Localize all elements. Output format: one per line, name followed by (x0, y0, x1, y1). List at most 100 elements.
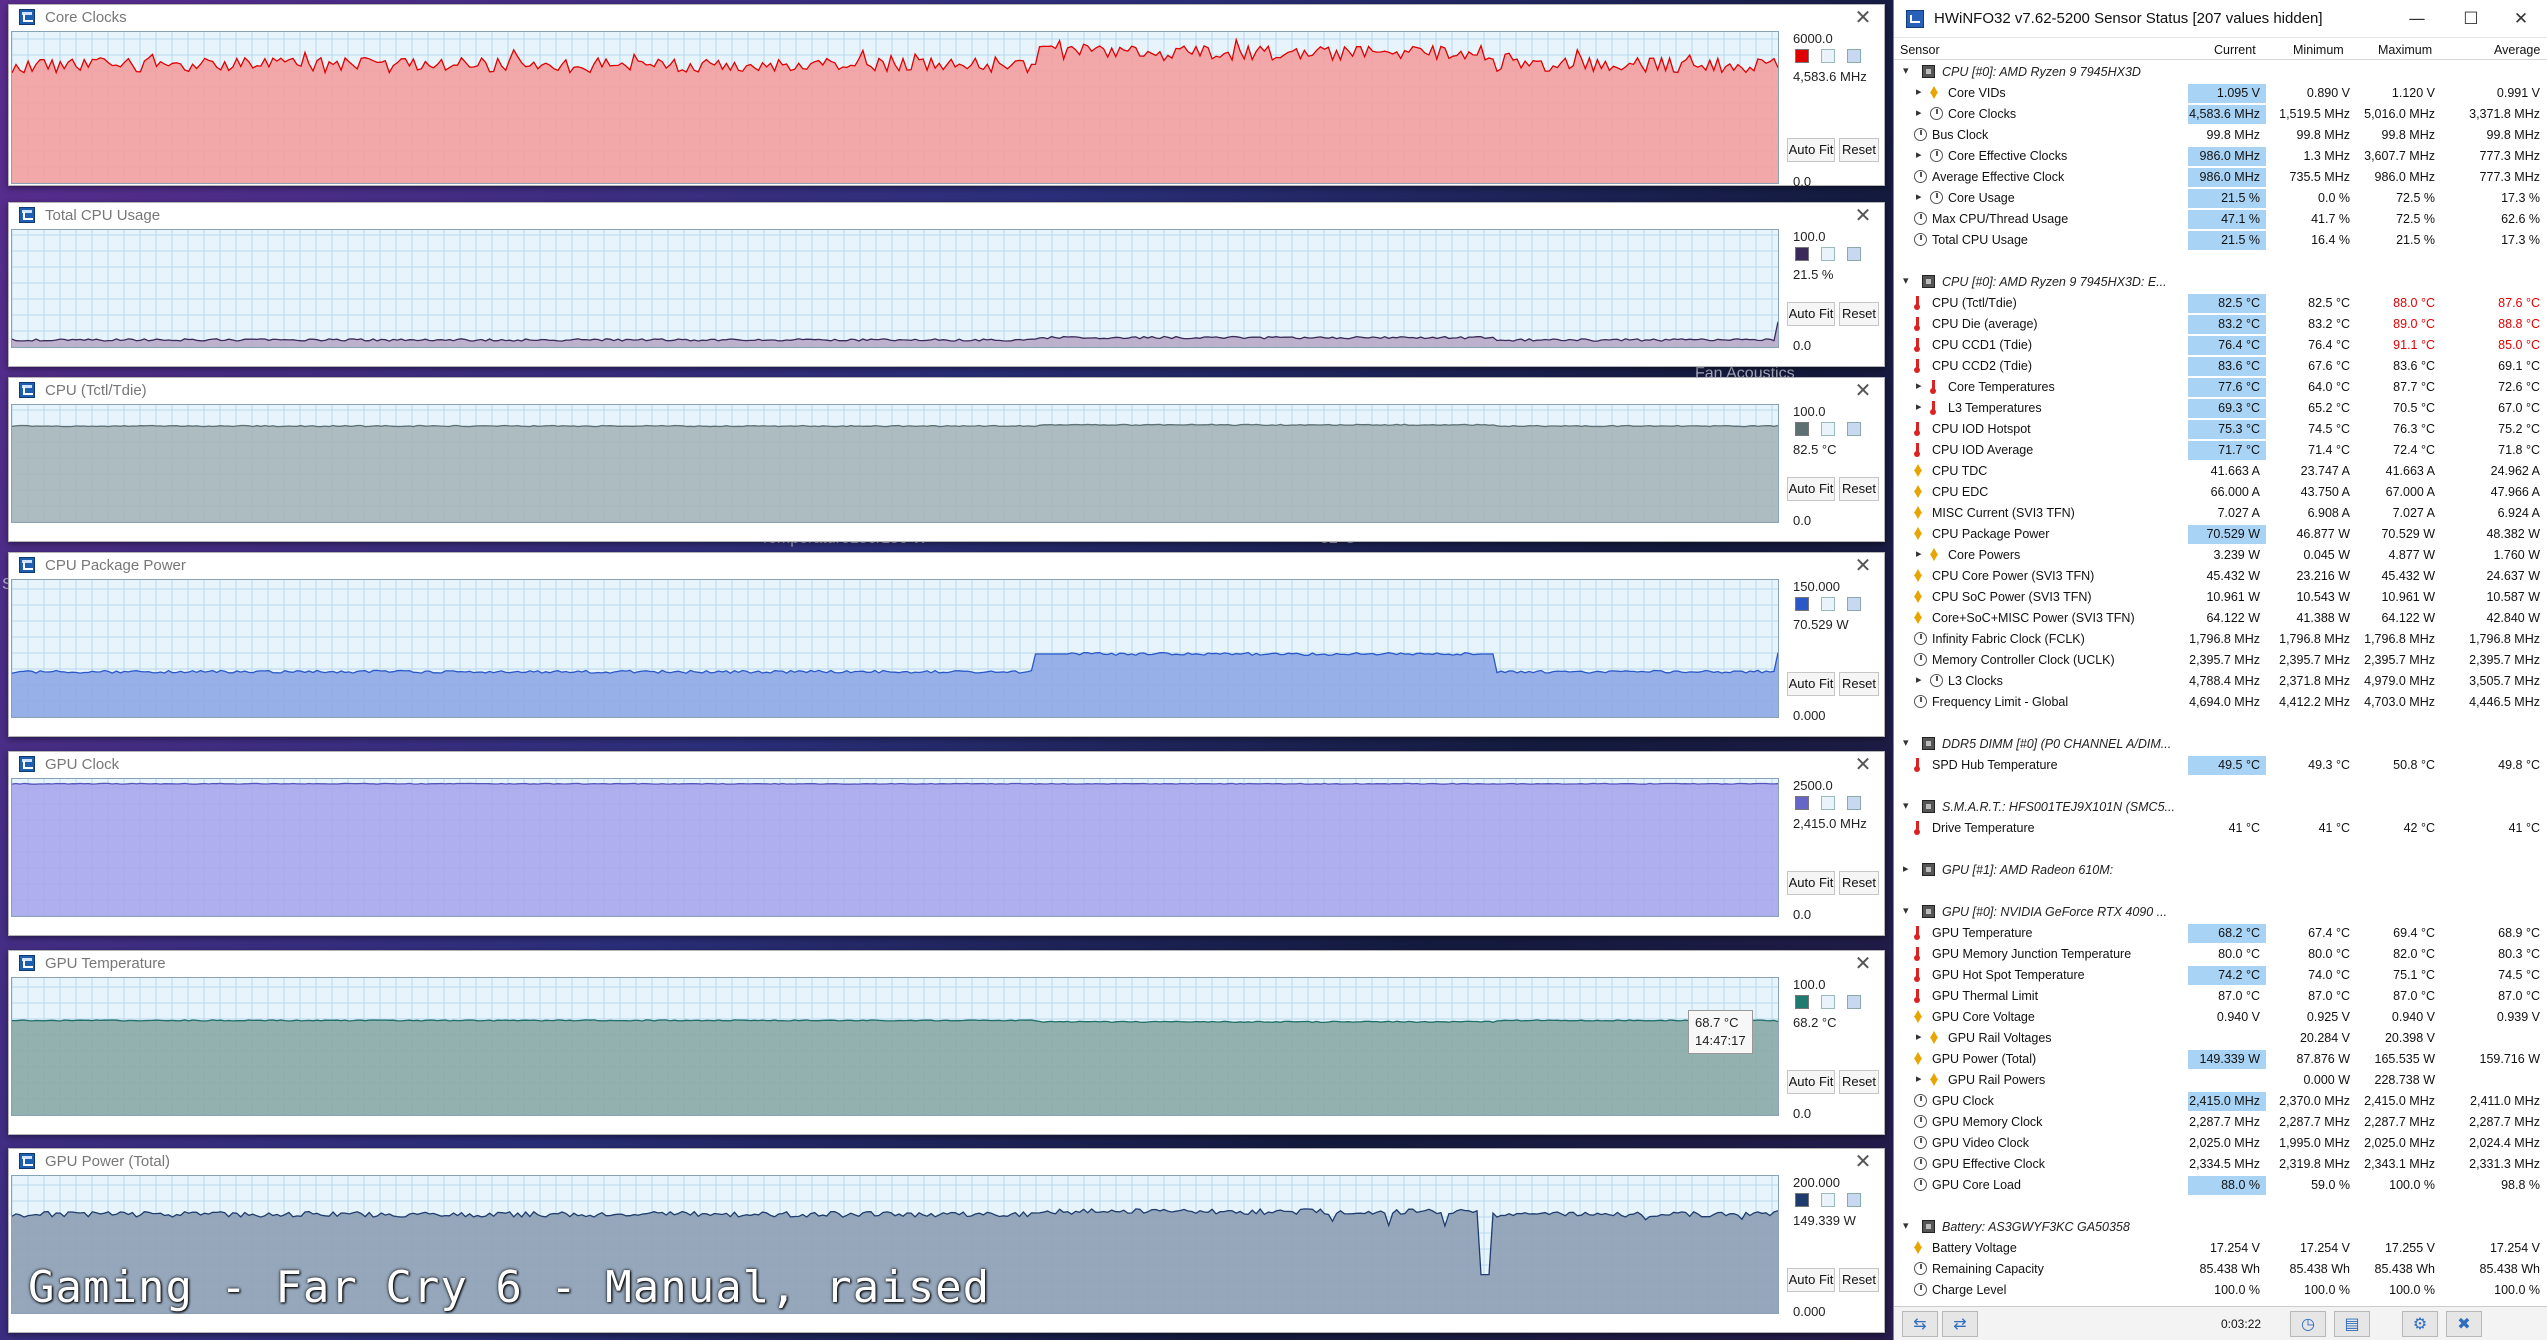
series-swatch-light[interactable] (1847, 796, 1861, 810)
series-swatch-light[interactable] (1847, 995, 1861, 1009)
expand-arrow-icon[interactable]: ▸ (1903, 862, 1909, 875)
collapse-arrow-icon[interactable]: ▾ (1903, 274, 1909, 287)
graph-titlebar[interactable]: CPU (Tctl/Tdie) ✕ (9, 378, 1884, 402)
sensor-row[interactable]: GPU Temperature 68.2 °C 67.4 °C 69.4 °C … (1894, 923, 2547, 944)
sensor-row[interactable]: ▸ Core Usage 21.5 % 0.0 % 72.5 % 17.3 % (1894, 188, 2547, 209)
sensor-row[interactable]: CPU (Tctl/Tdie) 82.5 °C 82.5 °C 88.0 °C … (1894, 293, 2547, 314)
sensor-row[interactable]: Drive Temperature 41 °C 41 °C 42 °C 41 °… (1894, 818, 2547, 839)
expand-arrow-icon[interactable]: ▸ (1916, 1030, 1922, 1043)
series-color-swatch[interactable] (1795, 995, 1809, 1009)
auto-fit-button[interactable]: Auto Fit (1787, 302, 1835, 326)
graph-titlebar[interactable]: GPU Temperature ✕ (9, 951, 1884, 975)
sensor-row[interactable]: CPU Core Power (SVI3 TFN) 45.432 W 23.21… (1894, 566, 2547, 587)
graph-titlebar[interactable]: Total CPU Usage ✕ (9, 203, 1884, 227)
sensor-row[interactable]: Frequency Limit - Global 4,694.0 MHz 4,4… (1894, 692, 2547, 713)
series-swatch-empty[interactable] (1821, 1193, 1835, 1207)
sensor-row[interactable]: SPD Hub Temperature 49.5 °C 49.3 °C 50.8… (1894, 755, 2547, 776)
sensor-group-row[interactable]: ▾ Battery: AS3GWYF3KC GA50358 (1894, 1217, 2547, 1238)
sensor-row[interactable]: Total CPU Usage 21.5 % 16.4 % 21.5 % 17.… (1894, 230, 2547, 251)
sensor-row[interactable]: MISC Current (SVI3 TFN) 7.027 A 6.908 A … (1894, 503, 2547, 524)
series-swatch-empty[interactable] (1821, 247, 1835, 261)
graph-close-icon[interactable]: ✕ (1850, 553, 1876, 577)
series-color-swatch[interactable] (1795, 597, 1809, 611)
sensor-row[interactable]: CPU CCD1 (Tdie) 76.4 °C 76.4 °C 91.1 °C … (1894, 335, 2547, 356)
series-color-swatch[interactable] (1795, 422, 1809, 436)
reset-button[interactable]: Reset (1839, 672, 1879, 696)
sensor-row[interactable]: GPU Power (Total) 149.339 W 87.876 W 165… (1894, 1049, 2547, 1070)
sensor-row[interactable]: CPU SoC Power (SVI3 TFN) 10.961 W 10.543… (1894, 587, 2547, 608)
series-color-swatch[interactable] (1795, 1193, 1809, 1207)
expand-arrow-icon[interactable]: ▸ (1916, 673, 1922, 686)
sensor-row[interactable]: GPU Core Voltage 0.940 V 0.925 V 0.940 V… (1894, 1007, 2547, 1028)
sensor-row[interactable]: CPU IOD Average 71.7 °C 71.4 °C 72.4 °C … (1894, 440, 2547, 461)
series-color-swatch[interactable] (1795, 49, 1809, 63)
sensor-row[interactable]: ▸ Core Clocks 4,583.6 MHz 1,519.5 MHz 5,… (1894, 104, 2547, 125)
series-swatch-light[interactable] (1847, 597, 1861, 611)
graph-titlebar[interactable]: GPU Clock ✕ (9, 752, 1884, 776)
sensor-row[interactable]: CPU Die (average) 83.2 °C 83.2 °C 89.0 °… (1894, 314, 2547, 335)
sensor-group-row[interactable]: ▸ GPU [#1]: AMD Radeon 610M: (1894, 860, 2547, 881)
reset-button[interactable]: Reset (1839, 1070, 1879, 1094)
graph-close-icon[interactable]: ✕ (1850, 203, 1876, 227)
expand-arrow-icon[interactable]: ▸ (1916, 190, 1922, 203)
sensor-row[interactable]: CPU Package Power 70.529 W 46.877 W 70.5… (1894, 524, 2547, 545)
graph-close-icon[interactable]: ✕ (1850, 1149, 1876, 1173)
graph-close-icon[interactable]: ✕ (1850, 951, 1876, 975)
expand-arrow-icon[interactable]: ▸ (1916, 85, 1922, 98)
series-swatch-empty[interactable] (1821, 597, 1835, 611)
sensor-row[interactable]: Infinity Fabric Clock (FCLK) 1,796.8 MHz… (1894, 629, 2547, 650)
expand-arrow-icon[interactable]: ▸ (1916, 400, 1922, 413)
sensor-row[interactable]: ▸ Core Effective Clocks 986.0 MHz 1.3 MH… (1894, 146, 2547, 167)
maximize-button[interactable]: ☐ (2448, 4, 2494, 34)
auto-fit-button[interactable]: Auto Fit (1787, 672, 1835, 696)
series-swatch-empty[interactable] (1821, 422, 1835, 436)
sensor-row[interactable]: ▸ Core VIDs 1.095 V 0.890 V 1.120 V 0.99… (1894, 83, 2547, 104)
reset-button[interactable]: Reset (1839, 871, 1879, 895)
graph-titlebar[interactable]: CPU Package Power ✕ (9, 553, 1884, 577)
sensor-group-row[interactable]: ▾ GPU [#0]: NVIDIA GeForce RTX 4090 ... (1894, 902, 2547, 923)
graph-close-icon[interactable]: ✕ (1850, 5, 1876, 29)
sensor-row[interactable]: GPU Video Clock 2,025.0 MHz 1,995.0 MHz … (1894, 1133, 2547, 1154)
sensor-group-row[interactable]: ▾ DDR5 DIMM [#0] (P0 CHANNEL A/DIM... (1894, 734, 2547, 755)
expand-arrow-icon[interactable]: ▸ (1916, 1072, 1922, 1085)
sensor-row[interactable]: GPU Memory Clock 2,287.7 MHz 2,287.7 MHz… (1894, 1112, 2547, 1133)
reset-button[interactable]: Reset (1839, 1268, 1879, 1292)
sensor-group-row[interactable]: ▾ S.M.A.R.T.: HFS001TEJ9X101N (SMC5... (1894, 797, 2547, 818)
sensor-row[interactable]: GPU Effective Clock 2,334.5 MHz 2,319.8 … (1894, 1154, 2547, 1175)
graph-titlebar[interactable]: Core Clocks ✕ (9, 5, 1884, 29)
header-average[interactable]: Average (2494, 43, 2540, 57)
series-swatch-empty[interactable] (1821, 995, 1835, 1009)
sensor-row[interactable]: Charge Level 100.0 % 100.0 % 100.0 % 100… (1894, 1280, 2547, 1301)
auto-fit-button[interactable]: Auto Fit (1787, 138, 1835, 162)
settings-icon[interactable]: ⚙ (2402, 1311, 2438, 1337)
sensor-row[interactable]: GPU Hot Spot Temperature 74.2 °C 74.0 °C… (1894, 965, 2547, 986)
sensor-row[interactable]: GPU Memory Junction Temperature 80.0 °C … (1894, 944, 2547, 965)
sensor-row[interactable]: ▸ Core Powers 3.239 W 0.045 W 4.877 W 1.… (1894, 545, 2547, 566)
sensor-row[interactable]: CPU CCD2 (Tdie) 83.6 °C 67.6 °C 83.6 °C … (1894, 356, 2547, 377)
sensor-row[interactable]: ▸ Core Temperatures 77.6 °C 64.0 °C 87.7… (1894, 377, 2547, 398)
sensor-row[interactable]: GPU Core Load 88.0 % 59.0 % 100.0 % 98.8… (1894, 1175, 2547, 1196)
sensor-row[interactable]: GPU Clock 2,415.0 MHz 2,370.0 MHz 2,415.… (1894, 1091, 2547, 1112)
collapse-arrow-icon[interactable]: ▾ (1903, 799, 1909, 812)
collapse-arrow-icon[interactable]: ▾ (1903, 736, 1909, 749)
expand-arrow-icon[interactable]: ▸ (1916, 379, 1922, 392)
sensor-row[interactable]: ▸ L3 Clocks 4,788.4 MHz 2,371.8 MHz 4,97… (1894, 671, 2547, 692)
sensor-row[interactable]: Core+SoC+MISC Power (SVI3 TFN) 64.122 W … (1894, 608, 2547, 629)
sensor-row[interactable]: Memory Controller Clock (UCLK) 2,395.7 M… (1894, 650, 2547, 671)
sensor-row[interactable]: Max CPU/Thread Usage 47.1 % 41.7 % 72.5 … (1894, 209, 2547, 230)
graph-titlebar[interactable]: GPU Power (Total) ✕ (9, 1149, 1884, 1173)
sensor-row[interactable]: ▸ GPU Rail Powers 0.000 W 228.738 W (1894, 1070, 2547, 1091)
clock-icon[interactable]: ◷ (2290, 1311, 2326, 1337)
series-swatch-empty[interactable] (1821, 796, 1835, 810)
series-swatch-light[interactable] (1847, 247, 1861, 261)
series-swatch-light[interactable] (1847, 422, 1861, 436)
header-maximum[interactable]: Maximum (2378, 43, 2432, 57)
header-current[interactable]: Current (2214, 43, 2256, 57)
expand-arrow-icon[interactable]: ▸ (1916, 106, 1922, 119)
series-color-swatch[interactable] (1795, 796, 1809, 810)
series-swatch-light[interactable] (1847, 49, 1861, 63)
graph-close-icon[interactable]: ✕ (1850, 378, 1876, 402)
series-color-swatch[interactable] (1795, 247, 1809, 261)
sensor-row[interactable]: ▸ L3 Temperatures 69.3 °C 65.2 °C 70.5 °… (1894, 398, 2547, 419)
sensor-row[interactable]: ▸ GPU Rail Voltages 20.284 V 20.398 V (1894, 1028, 2547, 1049)
